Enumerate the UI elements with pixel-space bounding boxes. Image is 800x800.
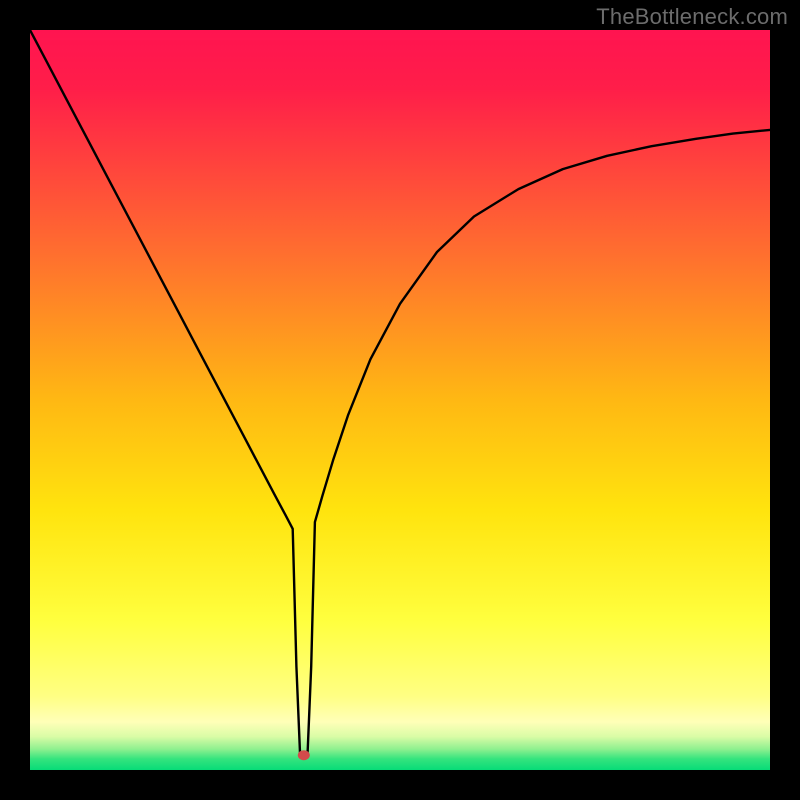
bottleneck-chart bbox=[30, 30, 770, 770]
chart-background bbox=[30, 30, 770, 770]
optimum-marker bbox=[298, 750, 310, 760]
chart-frame bbox=[30, 30, 770, 770]
watermark-text: TheBottleneck.com bbox=[596, 4, 788, 30]
